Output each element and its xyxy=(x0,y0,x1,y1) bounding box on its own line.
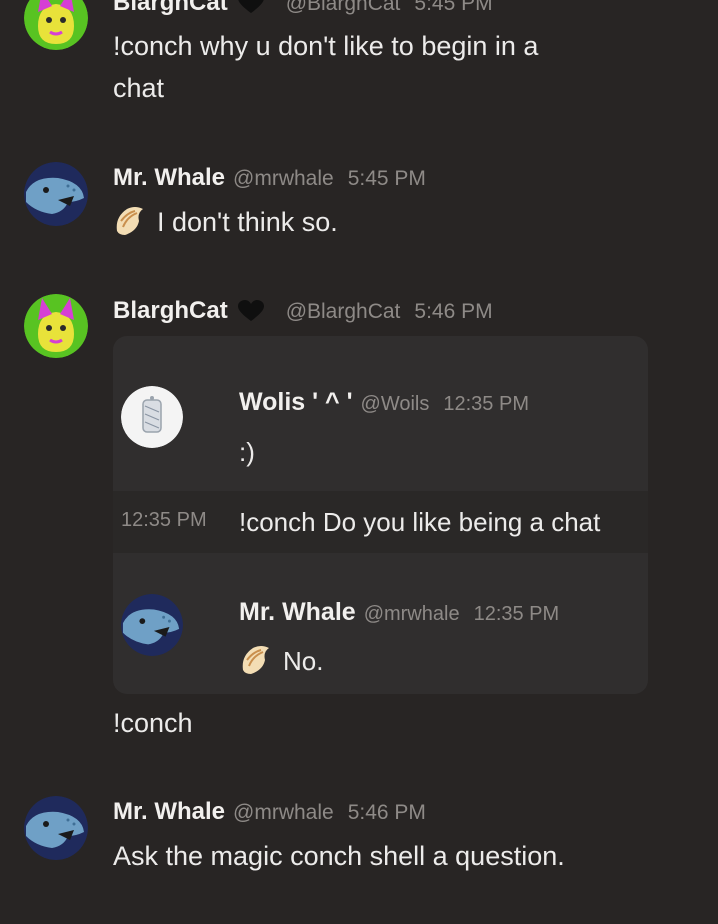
quoted-body: No. xyxy=(283,646,324,676)
avatar-blarghcat[interactable] xyxy=(24,294,88,358)
message-text: Ask the magic conch shell a question. xyxy=(113,841,565,871)
black-heart-icon xyxy=(238,0,264,13)
avatar-wolis[interactable] xyxy=(121,386,183,448)
message-header: Mr. Whale @mrwhale 5:46 PM xyxy=(113,798,426,826)
message-text: !conch xyxy=(113,708,193,738)
message-header: BlarghCat @BlarghCat 5:46 PM xyxy=(113,296,493,325)
conch-shell-icon xyxy=(116,207,143,235)
timestamp: 5:46 PM xyxy=(414,300,493,323)
timestamp: 5:45 PM xyxy=(347,167,426,190)
message-text: I don't think so. xyxy=(113,201,338,243)
timestamp: 12:35 PM xyxy=(473,603,560,625)
timestamp: 12:35 PM xyxy=(121,509,207,531)
author-name[interactable]: Mr. Whale xyxy=(113,164,225,192)
quoted-text: :) xyxy=(239,437,255,467)
avatar-mrwhale[interactable] xyxy=(24,796,88,860)
quoted-text: No. xyxy=(239,641,323,681)
message-header: BlarghCat @BlarghCat 5:45 PM xyxy=(113,0,493,17)
message-header: Mr. Whale @mrwhale 5:45 PM xyxy=(113,164,426,192)
timestamp: 5:46 PM xyxy=(347,801,426,824)
avatar-blarghcat[interactable] xyxy=(24,0,88,50)
message-body: I don't think so. xyxy=(157,207,338,237)
timestamp: 5:45 PM xyxy=(414,0,493,15)
black-heart-icon xyxy=(237,300,264,321)
quoted-header-mrwhale: Mr. Whale @mrwhale 12:35 PM xyxy=(239,598,559,627)
author-name[interactable]: Mr. Whale xyxy=(239,598,356,627)
message-text-line: !conch why u don't like to begin in a xyxy=(113,31,539,61)
author-name[interactable]: Mr. Whale xyxy=(113,798,225,826)
avatar-mrwhale[interactable] xyxy=(121,594,183,656)
message-feed: BlarghCat @BlarghCat 5:45 PM !conch why … xyxy=(0,0,718,924)
message-text: !conch why u don't like to begin in a ch… xyxy=(113,25,538,109)
conch-shell-icon xyxy=(242,646,269,674)
author-handle: @Woils xyxy=(360,393,430,415)
message-text-line: chat xyxy=(113,73,165,103)
author-name[interactable]: Wolis ' ^ ' xyxy=(239,388,353,417)
quoted-text: !conch Do you like being a chat xyxy=(239,507,601,537)
author-handle: @BlarghCat xyxy=(285,0,401,15)
quoted-header-wolis: Wolis ' ^ ' @Woils 12:35 PM xyxy=(239,388,529,417)
quoted-messages-embed[interactable]: Wolis ' ^ ' @Woils 12:35 PM :) 12:35 PM … xyxy=(113,336,648,694)
author-handle: @mrwhale xyxy=(363,603,460,625)
avatar-mrwhale[interactable] xyxy=(24,162,88,226)
author-handle: @BlarghCat xyxy=(285,300,401,323)
author-name[interactable]: BlarghCat xyxy=(113,297,228,325)
timestamp: 12:35 PM xyxy=(443,393,529,415)
quoted-followup-row: 12:35 PM !conch Do you like being a chat xyxy=(113,491,648,553)
author-handle: @mrwhale xyxy=(233,167,334,190)
author-name[interactable]: BlarghCat xyxy=(113,0,228,17)
author-handle: @mrwhale xyxy=(233,801,334,824)
